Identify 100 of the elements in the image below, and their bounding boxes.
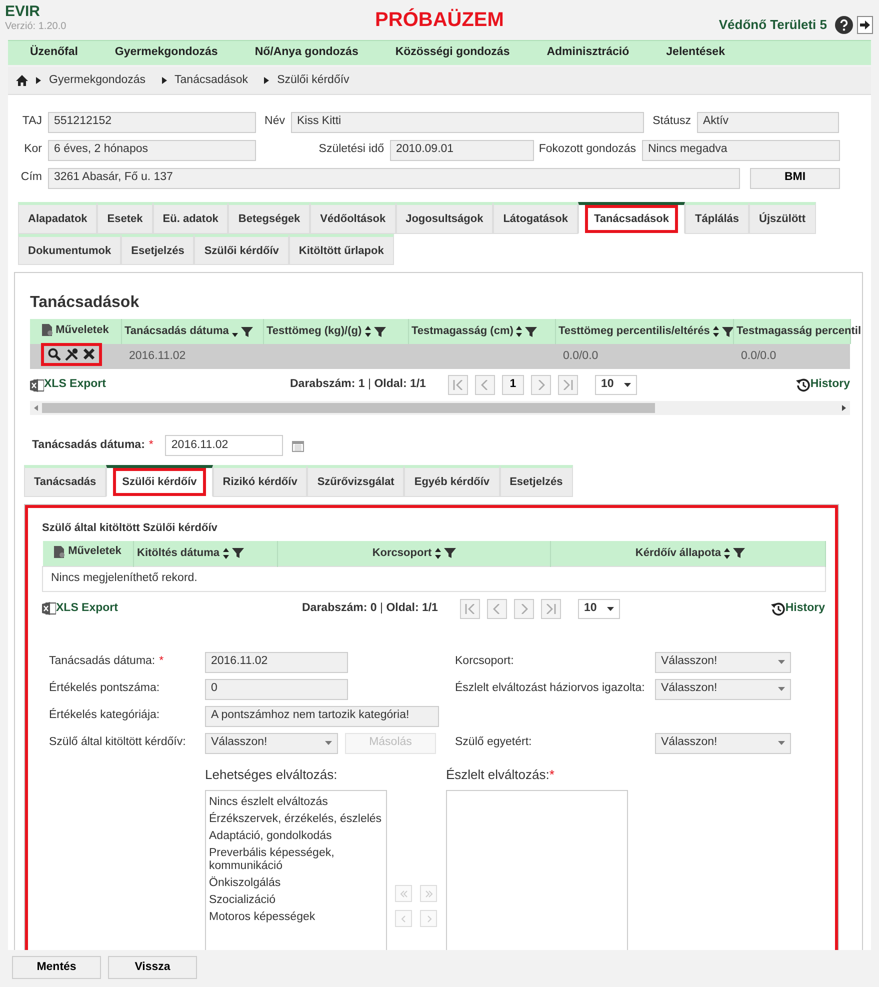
column-header: Testmagasság (cm) (412, 324, 514, 340)
menu-item[interactable]: Gyermekgondozás (106, 44, 226, 62)
list-item[interactable]: Motoros képességek (209, 910, 383, 927)
bmi-button[interactable]: BMI (750, 168, 840, 188)
filter-icon[interactable] (374, 326, 386, 338)
tab[interactable]: Látogatások (493, 202, 578, 234)
user-name[interactable]: Védőnő Területi 5 (718, 14, 827, 34)
tab[interactable]: Szűrővizsgálat (307, 465, 404, 496)
select-field[interactable]: Válasszon! (655, 652, 791, 672)
export-link[interactable]: XLS Export (56, 600, 118, 618)
sort-icon[interactable] (434, 548, 441, 559)
footer-button[interactable]: Mentés (12, 956, 101, 979)
required-mark: * (159, 654, 164, 670)
search-icon[interactable] (48, 348, 61, 361)
caret-icon (162, 77, 167, 84)
column-header: Korcsoport (372, 546, 432, 561)
field-label: TAJ (21, 114, 43, 130)
scroll-left-icon (34, 405, 38, 411)
tab[interactable]: Szülői kérdőív (106, 465, 213, 496)
logout-icon[interactable] (857, 16, 873, 34)
footer-button[interactable]: Vissza (108, 956, 197, 979)
tab[interactable]: Tanácsadások (578, 202, 686, 234)
tab[interactable]: Dokumentumok (18, 234, 122, 265)
dropdown-icon (325, 741, 332, 745)
date-field[interactable]: 2016.11.02 (165, 435, 284, 456)
text-field[interactable]: Nincs megadva (642, 140, 840, 160)
spreadsheet-icon (30, 378, 44, 392)
tab[interactable]: Esetjelzés (500, 465, 573, 496)
text-field[interactable]: 3261 Abasár, Fő u. 137 (48, 168, 740, 188)
text-field[interactable]: 551212152 (48, 112, 256, 132)
filter-icon[interactable] (525, 326, 538, 338)
calendar-icon[interactable] (292, 440, 304, 452)
history-link[interactable]: History (785, 600, 825, 618)
tools-icon[interactable] (65, 348, 79, 361)
required-mark: * (549, 766, 554, 784)
list-item[interactable]: Érzékszervek, érzékelés, észlelés (209, 812, 383, 829)
select-field[interactable]: Válasszon! (655, 732, 791, 754)
list-label: Észlelt elváltozás: (446, 766, 550, 784)
scrollbar[interactable] (30, 401, 850, 415)
sort-icon[interactable] (364, 326, 371, 337)
tab[interactable]: Táplálás (685, 202, 750, 234)
tab[interactable]: Esetek (97, 202, 153, 234)
tab[interactable]: Rizikó kérdőív (212, 465, 308, 496)
select-field[interactable]: Válasszon! (205, 732, 338, 754)
tab[interactable]: Alapadatok (18, 202, 98, 234)
sort-icon[interactable] (516, 326, 522, 337)
filter-icon[interactable] (444, 547, 456, 560)
list-box[interactable]: Nincs észlelt elváltozás Érzékszervek, érzékelés, észlelés Adaptáció, gondolkodás Preverbális képességek, kommunikáció Önkiszolgálás Szocializáció Motoros képességek (205, 790, 387, 950)
tab[interactable]: Egyéb kérdőív (404, 465, 500, 496)
sort-icon[interactable] (222, 548, 229, 559)
panel-title: Szülő által kitöltött Szülői kérdőív (42, 520, 218, 536)
menu-item[interactable]: Nő/Anya gondozás (246, 44, 366, 62)
tab[interactable]: Újszülött (749, 202, 816, 234)
tab[interactable]: Szülői kérdőív (194, 234, 289, 265)
text-field[interactable]: Kiss Kitti (291, 112, 644, 132)
menu-item[interactable]: Adminisztráció (538, 44, 638, 62)
sort-icon[interactable] (724, 548, 730, 559)
list-item[interactable]: Nincs észlelt elváltozás (209, 795, 383, 812)
table-cell: 2016.11.02 (129, 350, 186, 362)
breadcrumb-item[interactable]: Tanácsadások (174, 72, 248, 90)
tab[interactable]: Jogosultságok (396, 202, 494, 234)
tab[interactable]: Védőoltások (310, 202, 396, 234)
delete-icon[interactable] (83, 348, 95, 360)
document-icon (42, 324, 53, 336)
menu-item[interactable]: Üzenőfal (22, 44, 86, 62)
filter-icon[interactable] (240, 326, 253, 338)
page-size-select[interactable]: 10 (578, 598, 620, 618)
tab[interactable]: Esetjelzés (121, 234, 194, 265)
breadcrumb-item[interactable]: Szülői kérdőív (277, 72, 350, 90)
field-label: Korcsoport: (455, 654, 515, 670)
text-field[interactable]: 6 éves, 2 hónapos (48, 140, 256, 160)
page-size-select[interactable]: 10 (594, 375, 637, 395)
list-item[interactable]: Önkiszolgálás (209, 876, 383, 893)
list-item[interactable]: Szocializáció (209, 893, 383, 910)
dropdown-icon (778, 687, 785, 691)
field-label: Tanácsadás dátuma: (32, 438, 145, 453)
caret-icon (264, 77, 270, 84)
filter-icon[interactable] (733, 547, 745, 560)
help-icon[interactable] (835, 16, 853, 34)
text-field[interactable]: 2010.09.01 (390, 140, 534, 160)
dropdown-icon (778, 660, 785, 664)
tab[interactable]: Betegségek (228, 202, 310, 234)
history-link[interactable]: History (810, 376, 850, 394)
menu-item[interactable]: Jelentések (658, 44, 733, 62)
tab[interactable]: Tanácsadás (24, 465, 106, 496)
tab[interactable]: Kitöltött űrlapok (288, 234, 394, 265)
required-mark: * (148, 438, 154, 453)
page-button[interactable]: 1 (502, 375, 524, 395)
menu-item[interactable]: Közösségi gondozás (387, 44, 518, 62)
select-field[interactable]: Válasszon! (655, 678, 791, 700)
list-item[interactable]: Adaptáció, gondolkodás (209, 829, 383, 846)
field-label: Értékelés pontszáma: (49, 680, 160, 696)
filter-icon[interactable] (232, 547, 244, 560)
text-field[interactable]: Aktív (697, 112, 839, 132)
tab[interactable]: Eü. adatok (152, 202, 228, 234)
home-icon[interactable] (16, 75, 28, 86)
list-item[interactable]: Preverbális képességek, kommunikáció (209, 846, 383, 876)
sort-icon[interactable] (712, 326, 719, 337)
breadcrumb-item[interactable]: Gyermekgondozás (49, 72, 146, 90)
export-link[interactable]: XLS Export (44, 376, 106, 394)
